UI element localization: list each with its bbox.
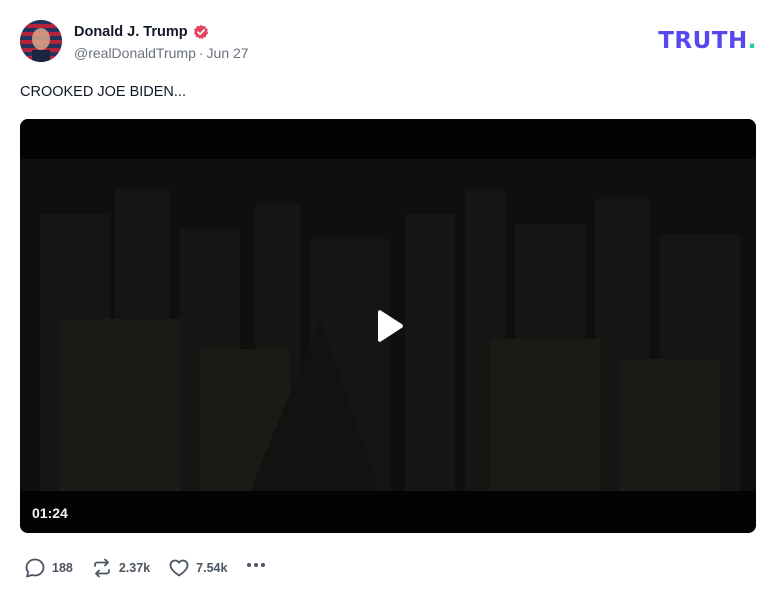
display-name[interactable]: Donald J. Trump (74, 24, 188, 40)
truth-post: Donald J. Trump @realDonaldTrump · Jun 27 … (0, 0, 777, 596)
reply-count: 188 (52, 560, 73, 575)
author-handle[interactable]: @realDonaldTrump (74, 45, 196, 61)
play-icon (378, 310, 403, 342)
meta-separator: · (198, 45, 204, 61)
like-button[interactable]: 7.54k (168, 557, 227, 579)
reply-button[interactable]: 188 (24, 557, 73, 579)
like-count: 7.54k (196, 560, 228, 575)
verified-badge-icon (193, 24, 209, 40)
post-header: Donald J. Trump @realDonaldTrump · Jun 27 (20, 20, 249, 62)
video-player[interactable]: 01:24 (20, 119, 756, 533)
post-date[interactable]: Jun 27 (207, 45, 249, 61)
author-info: Donald J. Trump @realDonaldTrump · Jun 27 (74, 21, 249, 61)
play-button[interactable] (370, 307, 408, 345)
retruth-count: 2.37k (118, 560, 151, 575)
avatar[interactable] (20, 20, 62, 62)
truth-logo[interactable]: TRUTH. (658, 28, 757, 54)
display-name-row: Donald J. Trump (74, 21, 249, 43)
video-duration: 01:24 (32, 505, 68, 521)
repost-arrows-icon (91, 557, 113, 579)
speech-bubble-icon (24, 557, 46, 579)
meta-row: @realDonaldTrump · Jun 27 (74, 45, 249, 61)
more-options-button[interactable] (245, 554, 267, 581)
post-text: CROOKED JOE BIDEN... (20, 84, 186, 100)
heart-icon (168, 557, 190, 579)
action-bar: 188 2.37k 7.54k (24, 554, 267, 581)
ellipsis-icon (245, 554, 267, 581)
logo-dot: . (747, 28, 757, 54)
logo-text: TRUTH (658, 28, 748, 54)
retruth-button[interactable]: 2.37k (91, 557, 150, 579)
